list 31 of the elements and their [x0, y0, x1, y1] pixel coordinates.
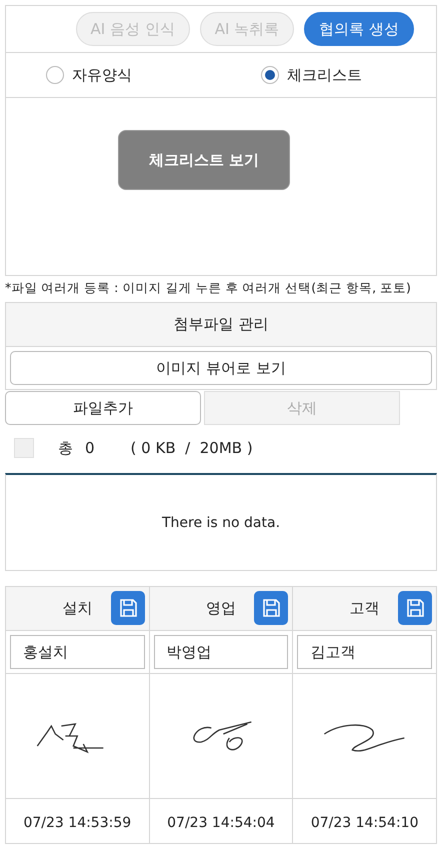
- timestamp: 07/23 14:53:59: [23, 814, 132, 830]
- section-title: 첨부파일 관리: [174, 315, 268, 334]
- create-minutes-button[interactable]: 협의록 생성: [304, 12, 414, 46]
- total-count: 0: [85, 439, 95, 457]
- name-field[interactable]: 박영업: [154, 635, 288, 669]
- file-note: *파일 여러개 등록 : 이미지 길게 누른 후 여러개 선택(최근 항목, 포토): [5, 280, 412, 296]
- radio-button[interactable]: [261, 66, 279, 84]
- name-field[interactable]: 김고객: [297, 635, 432, 669]
- radio-button[interactable]: [46, 66, 64, 84]
- save-button[interactable]: [110, 591, 145, 625]
- view-checklist-button[interactable]: 체크리스트 보기: [118, 130, 290, 190]
- role-label: 고객: [350, 599, 380, 618]
- role-label: 영업: [206, 599, 236, 618]
- role-label: 설치: [62, 599, 92, 618]
- timestamp: 07/23 14:54:10: [310, 814, 418, 830]
- radio-label[interactable]: 체크리스트: [287, 66, 362, 84]
- save-button[interactable]: [254, 591, 288, 625]
- total-label: 총: [58, 438, 73, 458]
- timestamp: 07/23 14:54:04: [167, 814, 275, 830]
- save-button[interactable]: [398, 591, 432, 625]
- signature-drawing: [36, 723, 104, 754]
- size-text: ( 0 KB / 20MB ): [130, 439, 253, 457]
- signature-drawing: [192, 721, 252, 750]
- empty-message: There is no data.: [162, 514, 280, 530]
- save-icon: [260, 597, 282, 619]
- save-icon: [404, 597, 426, 619]
- add-file-button[interactable]: 파일추가: [5, 391, 201, 425]
- name-field[interactable]: 홍설치: [10, 635, 145, 669]
- select-all-checkbox[interactable]: [14, 438, 34, 458]
- radio-label[interactable]: 자유양식: [72, 66, 132, 84]
- image-viewer-button[interactable]: 이미지 뷰어로 보기: [10, 351, 432, 385]
